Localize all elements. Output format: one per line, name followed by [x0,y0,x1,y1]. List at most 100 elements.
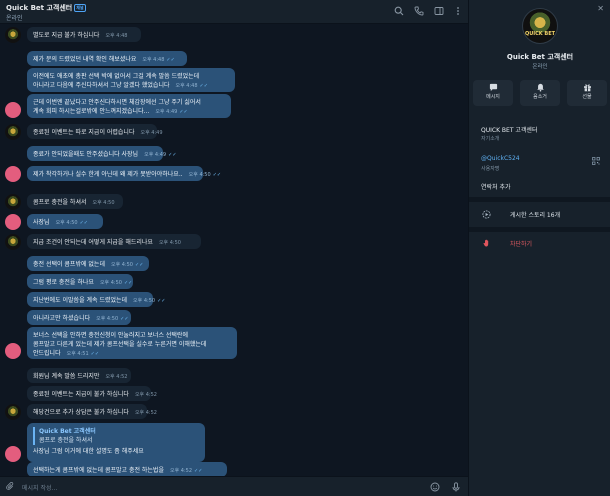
qr-code-icon[interactable] [592,157,600,165]
message-time: 오후 4:51 ✓✓ [66,351,100,357]
more-icon[interactable] [453,6,463,16]
outgoing-message[interactable]: 제가 착각하거나 실수 한게 아닌데 왜 제가 못받아야하나요.. 오후 4:50… [27,166,221,181]
read-check-icon: ✓✓ [168,152,177,158]
outgoing-message[interactable]: 보너스 선택을 안하면 충전신청이 안눌러지고 보너스 선택란에콤프말고 다른게… [27,327,237,359]
outgoing-message[interactable]: 제가 문의 드렸었던 내역 확인 해보셨나요 오후 4:48 ✓✓ [27,51,187,66]
incoming-message[interactable]: 지급 조건이 안되는데 어떻게 지급을 해드리나요 오후 4:50 [27,234,201,249]
bell-icon [520,80,560,93]
search-icon[interactable] [394,6,404,16]
incoming-message[interactable]: 종료된 이벤트는 따로 지급이 어렵습니다 오후 4:49 [27,124,163,139]
message-button-label: 메시지 [486,94,500,100]
user-avatar[interactable] [5,446,21,462]
message-row: 선택하는게 콤프밖에 없는데 콤프말고 충전 하는법을 오후 4:52 ✓✓ [0,462,468,476]
close-icon[interactable]: ✕ [597,4,604,13]
user-avatar[interactable] [5,214,21,230]
message-row: 제가 문의 드렸었던 내역 확인 해보셨나요 오후 4:48 ✓✓ [0,51,468,66]
read-check-icon: ✓✓ [179,109,188,115]
message-text: 보너스 선택을 안하면 충전신청이 안눌러지고 보너스 선택란에 [33,332,188,339]
message-text: 종료된 이벤트는 지급이 불가 하십니다 오후 4:52 [33,391,157,398]
message-row: 이전에도 애초에 총판 선택 박에 없어서 그걸 계속 말씀 드렸었는데 아니라고… [0,68,468,92]
outgoing-message[interactable]: Quick Bet 고객센터 콤프로 충전을 하셔서사장님 그럼 이거에 대한 설… [27,423,205,462]
incoming-message[interactable]: 콤프로 충전을 하셔서 오후 4:50 [27,194,123,209]
chat-title[interactable]: Quick Bet 고객센터 채널 [6,3,86,13]
outgoing-message[interactable]: 아니라고만 하셨습니다 오후 4:50 ✓✓ [27,310,131,325]
stories-label: 게시한 스토리 16개 [510,212,561,219]
message-text: 사장님 그럼 이거에 대한 설명도 좀 해주세요 [33,448,144,455]
phone-icon[interactable] [414,6,424,16]
user-avatar[interactable] [5,166,21,182]
message-time: 오후 4:50 ✓✓ [133,298,166,304]
incoming-message[interactable]: 별도로 지급 불가 하십니다 오후 4:48 [27,27,141,42]
outgoing-message[interactable]: 그럼 평로 충전을 하나요 오후 4:50 ✓✓ [27,274,133,289]
outgoing-message[interactable]: 충전 선택이 콤프밖에 없는데 오후 4:50 ✓✓ [27,256,149,271]
outgoing-message[interactable]: 사장님 오후 4:50 ✓✓ [27,214,103,229]
telegram-window: Quick Bet 고객센터 채널 온라인 별도로 지급 불가 하십니다 오후 4:… [0,0,610,496]
chat-title-text: Quick Bet 고객센터 [6,4,73,12]
message-button[interactable]: 메시지 [473,80,513,106]
read-check-icon: ✓✓ [212,172,222,178]
user-avatar[interactable] [5,102,21,118]
outgoing-message[interactable]: 이전에도 애초에 총판 선택 박에 없어서 그걸 계속 말씀 드렸었는데 아니라고… [27,68,235,92]
section-divider [469,227,610,232]
channel-avatar[interactable] [5,404,21,420]
stories-icon [482,210,491,219]
username-link[interactable]: @QuickC524 [481,155,520,162]
emoji-icon[interactable] [430,482,440,492]
message-time: 오후 4:50 [92,200,115,206]
message-time: 오후 4:50 ✓✓ [188,172,222,178]
message-time: 오후 4:50 ✓✓ [110,262,144,268]
outgoing-message[interactable]: 지난번에도 이말씀을 계속 드렸었는데 오후 4:50 ✓✓ [27,292,165,307]
message-text: 콤프말고 다른게 있는데 제가 콤프선택을 실수로 누른거면 이해했는데 [33,341,207,348]
sidebar-toggle-icon[interactable] [434,6,444,16]
message-text: 아니라고만 하셨습니다 오후 4:50 ✓✓ [33,315,129,322]
message-row: 종료된 이벤트는 따로 지급이 어렵습니다 오후 4:49 [0,124,468,140]
message-time: 오후 4:50 ✓✓ [96,316,129,322]
incoming-message[interactable]: 회원님 계속 말씀 드리지만 오후 4:52 [27,368,131,383]
microphone-icon[interactable] [451,482,461,492]
message-row: 종료가 안되었을때도 안주셨습니다 사장님 오후 4:49 ✓✓ [0,146,468,161]
message-text: 근데 이번엔 끝났다고 안주신다하시면 체감장에선 그냥 주기 싫어서 [33,99,201,106]
message-time: 오후 4:48 ✓✓ [142,57,175,63]
message-time: 오후 4:49 [140,130,163,136]
message-row: 해당건으로 추가 상담은 불가 하십니다 오후 4:52 [0,404,468,420]
message-text: 콤프로 충전을 하셔서 오후 4:50 [33,199,115,206]
attach-icon[interactable] [6,482,15,491]
add-contact-button[interactable]: 연락처 추가 [481,182,511,191]
gift-button[interactable]: 선물 [567,80,607,106]
channel-avatar[interactable] [5,194,21,210]
section-divider [469,197,610,202]
message-text: 사장님 오후 4:50 ✓✓ [33,219,88,226]
outgoing-message[interactable]: 근데 이번엔 끝났다고 안주신다하시면 체감장에선 그냥 주기 싫어서 계속 회피… [27,94,231,118]
read-check-icon: ✓✓ [199,83,208,89]
message-text: 종료가 안되었을때도 안주셨습니다 사장님 오후 4:49 ✓✓ [33,151,177,158]
profile-avatar[interactable]: QUICK BET [522,8,558,44]
mute-button[interactable]: 음소거 [520,80,560,106]
chat-header[interactable]: Quick Bet 고객센터 채널 온라인 [0,0,468,24]
mute-button-label: 음소거 [533,94,547,100]
channel-avatar[interactable] [5,27,21,43]
message-text: 별도로 지급 불가 하십니다 오후 4:48 [33,32,128,39]
message-row: 그럼 평로 충전을 하나요 오후 4:50 ✓✓ [0,274,468,289]
message-input[interactable]: 메시지 작성... [22,483,57,492]
incoming-message[interactable]: 해당건으로 추가 상담은 불가 하십니다 오후 4:52 [27,404,157,419]
outgoing-message[interactable]: 선택하는게 콤프밖에 없는데 콤프말고 충전 하는법을 오후 4:52 ✓✓ [27,462,227,476]
outgoing-message[interactable]: 종료가 안되었을때도 안주셨습니다 사장님 오후 4:49 ✓✓ [27,146,177,161]
message-text: 지난번에도 이말씀을 계속 드렸었는데 오후 4:50 ✓✓ [33,297,166,304]
message-list[interactable]: 별도로 지급 불가 하십니다 오후 4:48 제가 문의 드렸었던 내역 확인 해보… [0,24,468,476]
stories-row[interactable]: 게시한 스토리 16개 [469,206,610,224]
message-text: 그럼 평로 충전을 하나요 오후 4:50 ✓✓ [33,279,133,286]
incoming-message[interactable]: 종료된 이벤트는 지급이 불가 하십니다 오후 4:52 [27,386,157,401]
message-text: 회원님 계속 말씀 드리지만 오후 4:52 [33,373,128,380]
reply-quote[interactable]: Quick Bet 고객센터 콤프로 충전을 하셔서 [33,427,199,445]
channel-avatar[interactable] [5,234,21,250]
message-time: 오후 4:50 ✓✓ [55,220,88,226]
message-time: 오후 4:52 [134,392,157,398]
message-row: 아니라고만 하셨습니다 오후 4:50 ✓✓ [0,310,468,325]
message-text: 충전 선택이 콤프밖에 없는데 오후 4:50 ✓✓ [33,261,144,268]
user-avatar[interactable] [5,343,21,359]
chat-pane: Quick Bet 고객센터 채널 온라인 별도로 지급 불가 하십니다 오후 4:… [0,0,468,496]
channel-avatar[interactable] [5,124,21,140]
block-row[interactable]: 차단하기 [469,236,610,252]
profile-status: 온라인 [532,64,548,70]
about-title: QUICK BET 고객센터 [481,127,538,134]
